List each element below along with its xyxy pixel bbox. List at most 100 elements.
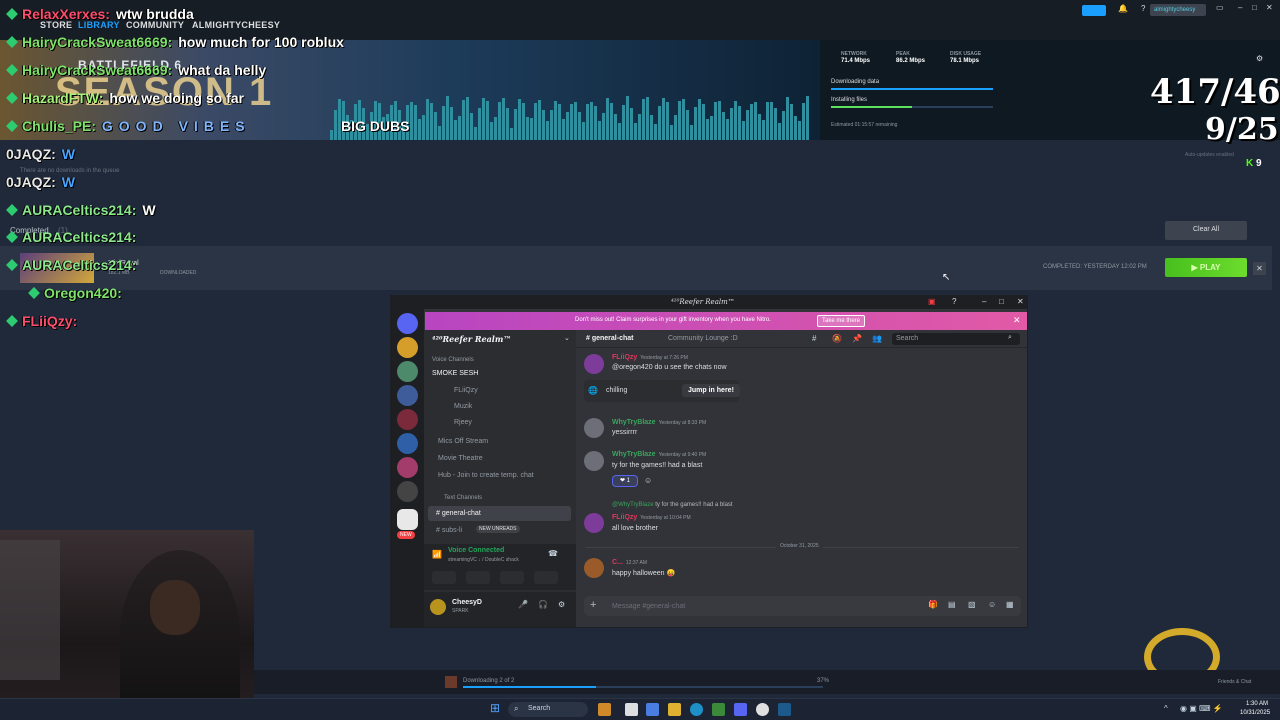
avatar[interactable] xyxy=(584,513,604,533)
server-name[interactable]: ⁴²⁰Reefer Realm™ xyxy=(432,334,511,344)
voice-user[interactable]: Rjeey xyxy=(454,419,472,426)
mic-icon[interactable]: 🎤 xyxy=(518,600,528,609)
voice-channel-hub[interactable]: Hub - Join to create temp. chat xyxy=(438,472,534,479)
chrome-icon[interactable] xyxy=(756,703,769,716)
clear-all-button[interactable]: Clear All xyxy=(1165,221,1247,240)
server-icon[interactable] xyxy=(397,337,418,358)
taskbar-app-icon[interactable] xyxy=(598,703,611,716)
screenshare-button[interactable] xyxy=(466,571,490,584)
voice-channel-movie[interactable]: Movie Theatre xyxy=(438,455,483,462)
search-input[interactable]: Search ⌕ xyxy=(892,333,1020,345)
inbox-icon[interactable]: ▣ xyxy=(928,297,936,306)
dc-minimize-icon[interactable]: – xyxy=(982,297,986,306)
help-circle-icon[interactable]: ? xyxy=(952,297,956,306)
gift-icon[interactable]: 🎁 xyxy=(928,600,938,609)
friends-chat-button[interactable]: Friends & Chat xyxy=(1218,679,1251,685)
nitro-cta-button[interactable]: Take me there xyxy=(817,315,866,327)
avatar[interactable] xyxy=(584,558,604,578)
account-menu[interactable]: almightycheesy xyxy=(1150,4,1206,16)
attach-plus-icon[interactable]: + xyxy=(590,599,596,611)
server-icon[interactable] xyxy=(397,409,418,430)
avatar[interactable] xyxy=(584,451,604,471)
sticker-icon[interactable]: ▧ xyxy=(968,600,976,609)
avatar[interactable] xyxy=(584,354,604,374)
voice-category[interactable]: Voice Channels xyxy=(432,357,474,363)
voice-connected-label[interactable]: Voice Connected xyxy=(448,547,504,554)
message-author[interactable]: FLiiQzy Yesterday at 10:04 PM xyxy=(612,514,691,521)
threads-icon[interactable]: # xyxy=(812,334,816,343)
taskbar-app-icon[interactable] xyxy=(712,703,725,716)
server-icon[interactable] xyxy=(397,361,418,382)
message-composer[interactable]: + Message #general-chat 🎁 ▤ ▧ ☺ ▦ xyxy=(584,596,1021,616)
server-icon[interactable] xyxy=(397,433,418,454)
windows-start-icon[interactable]: ⊞ xyxy=(490,701,500,715)
channel-subs[interactable]: # subs-li xyxy=(436,527,462,534)
voice-channel-smoke-sesh[interactable]: SMOKE SESH xyxy=(432,370,478,377)
voice-user[interactable]: Muzik xyxy=(454,403,472,410)
disconnect-icon[interactable]: ☎ xyxy=(548,549,558,558)
notifications-icon[interactable]: 🔕 xyxy=(832,334,842,343)
taskbar-app-icon[interactable] xyxy=(625,703,638,716)
taskbar-app-icon[interactable] xyxy=(646,703,659,716)
voice-user[interactable]: FLiiQzy xyxy=(454,387,478,394)
message-author[interactable]: WhyTryBlaze Yesterday at 8:33 PM xyxy=(612,419,706,426)
server-icon[interactable] xyxy=(397,481,418,502)
reaction-heart[interactable]: ❤ 1 xyxy=(612,475,638,487)
gif-icon[interactable]: ▤ xyxy=(948,600,956,609)
pin-icon[interactable]: 📌 xyxy=(852,334,862,343)
channel-general-chat[interactable]: # general-chat xyxy=(436,510,481,517)
server-icon[interactable] xyxy=(397,385,418,406)
discord-home-icon[interactable] xyxy=(397,313,418,334)
text-category[interactable]: Text Channels xyxy=(444,495,482,501)
tray-icons[interactable]: ◉ ▣ ⌨ ⚡ xyxy=(1180,704,1223,713)
edge-browser-icon[interactable] xyxy=(690,703,703,716)
emoji-icon[interactable]: ☺ xyxy=(988,600,996,609)
remove-icon[interactable]: ✕ xyxy=(1253,262,1266,275)
download-footer[interactable]: Downloading 2 of 2 37% Friends & Chat xyxy=(254,670,1280,694)
server-icon[interactable] xyxy=(397,457,418,478)
soundboard-button[interactable] xyxy=(534,571,558,584)
steam-taskbar-icon[interactable] xyxy=(778,703,791,716)
activities-button[interactable] xyxy=(500,571,524,584)
jump-in-button[interactable]: Jump in here! xyxy=(682,384,740,397)
taskbar-search[interactable]: ⌕ Search xyxy=(508,702,588,717)
bell-icon[interactable]: 🔔 xyxy=(1118,4,1128,13)
apps-icon[interactable]: ▦ xyxy=(1006,600,1014,609)
broadcast-button[interactable] xyxy=(1082,5,1106,16)
minimize-icon[interactable]: – xyxy=(1238,3,1242,12)
reply-reference[interactable]: @WhyTryBlaze ty for the games!! had a bl… xyxy=(612,502,733,508)
taskbar-date[interactable]: 10/31/2025 xyxy=(1240,710,1270,716)
dc-maximize-icon[interactable]: □ xyxy=(999,297,1004,306)
tray-chevron-icon[interactable]: ^ xyxy=(1164,704,1168,713)
headphones-icon[interactable]: 🎧 xyxy=(538,600,548,609)
avatar[interactable] xyxy=(584,418,604,438)
discord-taskbar-icon[interactable] xyxy=(734,703,747,716)
close-icon[interactable]: ✕ xyxy=(1266,3,1273,12)
screen-icon[interactable]: ▭ xyxy=(1216,3,1224,12)
self-avatar[interactable] xyxy=(430,599,446,615)
completed-row[interactable]: MiniRoyal 182.1 MB DOWNLOADED COMPLETED:… xyxy=(0,246,1272,290)
nav-profile[interactable]: ALMIGHTYCHEESY xyxy=(192,20,280,30)
dc-close-icon[interactable]: ✕ xyxy=(1017,297,1024,306)
dismiss-icon[interactable]: ✕ xyxy=(1013,315,1021,326)
help-icon[interactable]: ? xyxy=(1141,4,1145,13)
self-name[interactable]: CheesyD xyxy=(452,599,482,606)
add-reaction-icon[interactable]: ☺ xyxy=(644,476,652,485)
maximize-icon[interactable]: □ xyxy=(1252,3,1257,12)
settings-gear-icon[interactable]: ⚙ xyxy=(1256,54,1263,63)
new-unreads-pill[interactable]: NEW UNREADS xyxy=(476,525,520,533)
members-icon[interactable]: 👥 xyxy=(872,334,882,343)
taskbar-time[interactable]: 1:30 AM xyxy=(1246,701,1268,707)
user-settings-gear-icon[interactable]: ⚙ xyxy=(558,600,565,609)
play-button[interactable]: ▶ PLAY xyxy=(1165,258,1247,277)
graph-bar xyxy=(730,108,733,140)
live-activity-card[interactable]: 🌐 chilling Jump in here! xyxy=(584,380,740,402)
message-author[interactable]: FLiiQzy Yesterday at 7:26 PM xyxy=(612,354,688,361)
camera-toggle-button[interactable] xyxy=(432,571,456,584)
voice-channel-mics-off[interactable]: Mics Off Stream xyxy=(438,438,488,445)
active-server-icon[interactable] xyxy=(397,509,418,530)
message-author[interactable]: WhyTryBlaze Yesterday at 9:40 PM xyxy=(612,451,706,458)
server-menu-chevron-icon[interactable]: ⌄ xyxy=(564,334,570,342)
message-author[interactable]: C... 12:37 AM xyxy=(612,559,647,566)
file-explorer-icon[interactable] xyxy=(668,703,681,716)
